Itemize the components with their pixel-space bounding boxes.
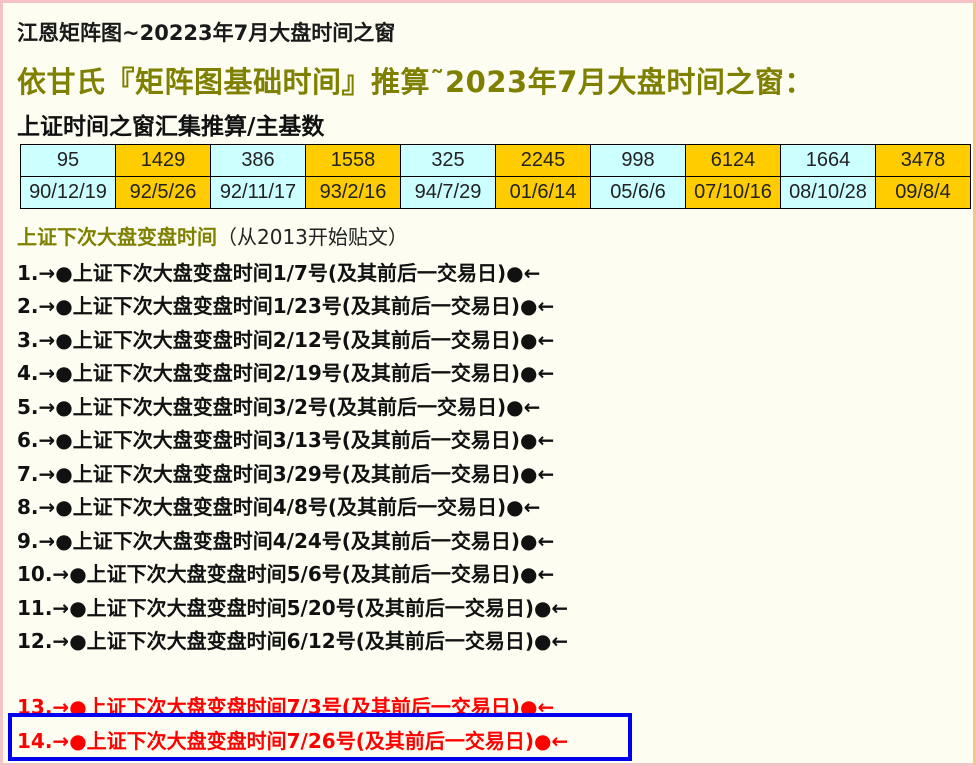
table-cell: 1429	[115, 144, 211, 177]
table-cell: 05/6/6	[590, 176, 686, 209]
table-cell: 2245	[495, 144, 591, 177]
table-cell: 3478	[875, 144, 971, 177]
list-item: 12.→●上证下次大盘变盘时间6/12号(及其前后一交易日)●←	[17, 629, 569, 653]
table-caption: 上证时间之窗汇集推算/主基数	[17, 114, 325, 140]
table-cell: 08/10/28	[780, 176, 876, 209]
list-item: 5.→●上证下次大盘变盘时间3/2号(及其前后一交易日)●←	[17, 395, 541, 419]
list-item: 4.→●上证下次大盘变盘时间2/19号(及其前后一交易日)●←	[17, 361, 555, 385]
table-cell: 94/7/29	[400, 176, 496, 209]
main-heading: 依甘氏『矩阵图基础时间』推算˜2023年7月大盘时间之窗：	[17, 65, 814, 99]
table-cell: 92/5/26	[115, 176, 211, 209]
section-note: （从2013开始贴文）	[217, 225, 408, 249]
table-cell: 90/12/19	[20, 176, 116, 209]
list-item: 1.→●上证下次大盘变盘时间1/7号(及其前后一交易日)●←	[17, 261, 541, 285]
document-frame: 江恩矩阵图~20223年7月大盘时间之窗 依甘氏『矩阵图基础时间』推算˜2023…	[0, 0, 976, 766]
table-cell: 07/10/16	[685, 176, 781, 209]
list-item: 10.→●上证下次大盘变盘时间5/6号(及其前后一交易日)●←	[17, 562, 555, 586]
list-item: 7.→●上证下次大盘变盘时间3/29号(及其前后一交易日)●←	[17, 462, 555, 486]
list-item: 6.→●上证下次大盘变盘时间3/13号(及其前后一交易日)●←	[17, 428, 555, 452]
table-cell: 1558	[305, 144, 401, 177]
list-item: 8.→●上证下次大盘变盘时间4/8号(及其前后一交易日)●←	[17, 495, 541, 519]
section-heading: 上证下次大盘变盘时间（从2013开始贴文）	[17, 221, 408, 250]
table-cell: 09/8/4	[875, 176, 971, 209]
table-row-dates: 90/12/19 92/5/26 92/11/17 93/2/16 94/7/2…	[20, 176, 971, 209]
table-cell: 386	[210, 144, 306, 177]
table-cell: 1664	[780, 144, 876, 177]
table-cell: 95	[20, 144, 116, 177]
list-item: 9.→●上证下次大盘变盘时间4/24号(及其前后一交易日)●←	[17, 529, 555, 553]
table-cell: 6124	[685, 144, 781, 177]
table-cell: 93/2/16	[305, 176, 401, 209]
table-cell: 325	[400, 144, 496, 177]
basis-table: 95 1429 386 1558 325 2245 998 6124 1664 …	[20, 144, 971, 209]
highlight-box	[8, 713, 632, 761]
table-cell: 998	[590, 144, 686, 177]
table-row-numbers: 95 1429 386 1558 325 2245 998 6124 1664 …	[20, 144, 971, 177]
table-cell: 01/6/14	[495, 176, 591, 209]
page-title: 江恩矩阵图~20223年7月大盘时间之窗	[17, 21, 396, 45]
section-title: 上证下次大盘变盘时间	[17, 225, 217, 249]
table-cell: 92/11/17	[210, 176, 306, 209]
list-item: 2.→●上证下次大盘变盘时间1/23号(及其前后一交易日)●←	[17, 294, 555, 318]
list-item: 11.→●上证下次大盘变盘时间5/20号(及其前后一交易日)●←	[17, 596, 569, 620]
list-item: 3.→●上证下次大盘变盘时间2/12号(及其前后一交易日)●←	[17, 328, 555, 352]
